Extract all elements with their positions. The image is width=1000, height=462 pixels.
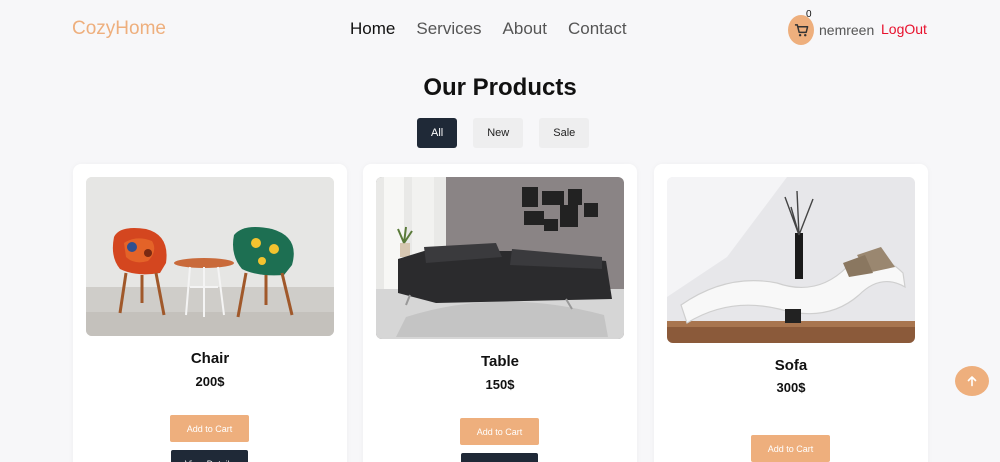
product-image-sofa[interactable]: [667, 177, 915, 343]
view-details-button[interactable]: View Details: [461, 453, 538, 462]
cart-icon: [794, 23, 808, 36]
add-to-cart-button[interactable]: Add to Cart: [751, 435, 830, 462]
scroll-to-top-button[interactable]: [955, 366, 989, 396]
product-name: Sofa: [774, 357, 808, 374]
username: nemreen: [819, 22, 875, 38]
nav-services[interactable]: Services: [416, 19, 481, 39]
brand-logo[interactable]: CozyHome: [72, 18, 166, 40]
add-to-cart-button[interactable]: Add to Cart: [170, 415, 249, 442]
nav-about[interactable]: About: [503, 19, 547, 39]
filter-group: All New Sale: [417, 118, 590, 148]
nav-contact[interactable]: Contact: [568, 19, 627, 39]
nav-home[interactable]: Home: [350, 19, 395, 39]
product-card: Chair 200$ Add to Cart View Details: [73, 164, 347, 462]
product-card: Table 150$ Add to Cart View Details: [363, 164, 637, 462]
main-nav: Home Services About Contact: [350, 19, 627, 39]
filter-all-button[interactable]: All: [417, 118, 458, 148]
arrow-up-icon: [967, 376, 977, 387]
view-details-button[interactable]: View Details: [171, 450, 248, 462]
page-title: Our Products: [423, 74, 577, 101]
add-to-cart-button[interactable]: Add to Cart: [460, 418, 539, 445]
product-image-chair[interactable]: [86, 177, 334, 336]
product-price: 200$: [195, 374, 225, 389]
product-name: Chair: [190, 350, 230, 367]
product-price: 150$: [485, 377, 515, 392]
product-image-table[interactable]: [376, 177, 624, 339]
header: CozyHome Home Services About Contact 0 n…: [0, 0, 1000, 60]
product-price: 300$: [776, 380, 806, 395]
filter-sale-button[interactable]: Sale: [539, 118, 590, 148]
logout-link[interactable]: LogOut: [881, 21, 927, 37]
cart-count-badge: 0: [806, 9, 812, 20]
filter-new-button[interactable]: New: [473, 118, 524, 148]
product-name: Table: [480, 353, 520, 370]
product-card: Sofa 300$ Add to Cart: [654, 164, 928, 462]
